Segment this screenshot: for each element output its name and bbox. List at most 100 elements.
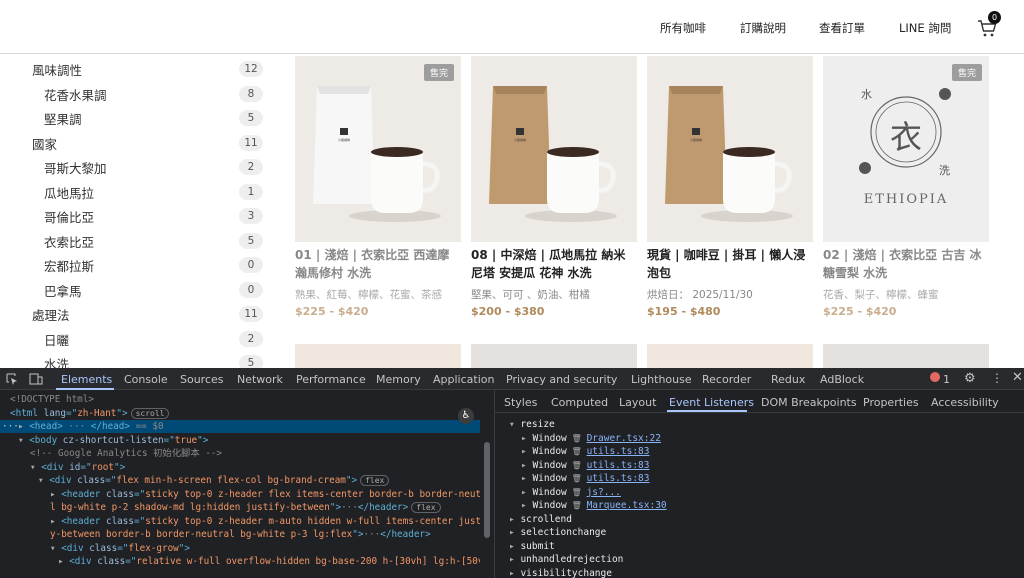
expand-arrow-icon[interactable]: ▸ xyxy=(509,568,520,578)
expand-arrow-icon[interactable]: ▾ xyxy=(38,475,49,486)
event-listener-row[interactable]: ▸ Window 🗑 js?... xyxy=(521,486,621,499)
expand-arrow-icon[interactable]: ▸ xyxy=(18,421,29,432)
side-tab-properties[interactable]: Properties xyxy=(863,396,919,409)
expand-arrow-icon[interactable]: ▸ xyxy=(521,433,532,444)
dom-node-line[interactable]: ▾ <div id="root"> xyxy=(0,461,480,474)
devtools-tab-memory[interactable]: Memory xyxy=(376,373,421,386)
product-image[interactable]: 小巷咖啡 xyxy=(471,56,637,242)
side-tab-accessibility[interactable]: Accessibility xyxy=(931,396,999,409)
elements-scrollbar[interactable] xyxy=(484,442,490,538)
sidebar-item[interactable]: 瓜地馬拉 1 xyxy=(0,183,263,203)
side-tab-event-listeners[interactable]: Event Listeners xyxy=(669,396,754,409)
sidebar-item[interactable]: 衣索比亞 5 xyxy=(0,232,263,252)
product-title[interactable]: 01 | 淺焙 | 衣索比亞 西達摩 瀚馬修村 水洗 xyxy=(295,246,461,282)
dom-node-line[interactable]: ▸ <div class="relative w-full overflow-h… xyxy=(0,555,480,568)
more-options-icon[interactable]: ⋮ xyxy=(991,371,1003,385)
dom-node-line[interactable]: ··· ▸ <head> ··· </head> == $0 xyxy=(0,420,480,433)
trash-icon[interactable]: 🗑 xyxy=(567,474,587,483)
nav-line[interactable]: LINE 詢問 xyxy=(899,20,951,36)
product-title[interactable]: 08 | 中深焙 | 瓜地馬拉 納米尼塔 安提瓜 花神 水洗 xyxy=(471,246,637,282)
event-listener-row[interactable]: ▸ submit xyxy=(509,540,555,553)
sidebar-item[interactable]: 哥斯大黎加 2 xyxy=(0,158,263,178)
sidebar-item[interactable]: 日曬 2 xyxy=(0,330,263,350)
expand-arrow-icon[interactable]: ▸ xyxy=(509,527,520,538)
event-listener-row[interactable]: ▸ Window 🗑 utils.ts:83 xyxy=(521,445,650,458)
expand-arrow-icon[interactable]: ▸ xyxy=(521,487,532,498)
dom-node-line[interactable]: y-between border-b border-neutral bg-whi… xyxy=(0,528,480,541)
sidebar-item[interactable]: 風味調性 12 xyxy=(0,60,263,80)
device-toolbar-icon[interactable] xyxy=(29,373,43,386)
product-card[interactable]: 小巷咖啡 售完 01 | 淺焙 | 衣索比亞 西達摩 瀚馬修村 水洗 熟果、紅莓、檸檬… xyxy=(295,54,461,368)
devtools-tab-elements[interactable]: Elements xyxy=(61,373,112,386)
devtools-tab-recorder[interactable]: Recorder xyxy=(702,373,751,386)
side-tab-styles[interactable]: Styles xyxy=(504,396,537,409)
sidebar-item[interactable]: 哥倫比亞 3 xyxy=(0,207,263,227)
dom-node-line[interactable]: l bg-white p-2 shadow-md lg:hidden justi… xyxy=(0,501,480,514)
side-tab-layout[interactable]: Layout xyxy=(619,396,656,409)
error-icon[interactable] xyxy=(930,372,940,382)
expand-arrow-icon[interactable]: ▾ xyxy=(30,462,41,473)
product-title[interactable]: 現貨 | 咖啡豆 | 掛耳 | 懶人浸泡包 xyxy=(647,246,813,282)
sidebar-item[interactable]: 花香水果調 8 xyxy=(0,85,263,105)
inspect-icon[interactable] xyxy=(6,373,19,386)
expand-arrow-icon[interactable]: ▾ xyxy=(18,435,29,446)
scroll-badge[interactable]: scroll xyxy=(130,407,170,419)
expand-arrow-icon[interactable]: ▸ xyxy=(509,541,520,552)
devtools-tab-network[interactable]: Network xyxy=(237,373,283,386)
close-devtools-icon[interactable]: ✕ xyxy=(1012,370,1023,385)
trash-icon[interactable]: 🗑 xyxy=(567,501,587,510)
devtools-tab-application[interactable]: Application xyxy=(433,373,494,386)
product-title[interactable]: 02 | 淺焙 | 衣索比亞 古吉 冰糖雪梨 水洗 xyxy=(823,246,989,282)
product-image[interactable]: 小巷咖啡 售完 xyxy=(295,56,461,242)
sidebar-item[interactable]: 國家 11 xyxy=(0,134,263,154)
flex-badge[interactable]: flex xyxy=(360,475,390,486)
event-listener-row[interactable]: ▸ Window 🗑 Marquee.tsx:30 xyxy=(521,499,667,512)
sidebar-item[interactable]: 巴拿馬 0 xyxy=(0,281,263,301)
expand-arrow-icon[interactable]: ▸ xyxy=(50,516,61,527)
dom-node-line[interactable]: <html lang="zh-Hant"> scroll xyxy=(0,407,480,420)
devtools-tab-privacy-and-security[interactable]: Privacy and security xyxy=(506,373,617,386)
product-image[interactable]: 衣 水洗 ETHIOPIA 售完 xyxy=(823,56,989,242)
product-card[interactable]: 衣 水洗 ETHIOPIA 售完 02 | 淺焙 | 衣索比亞 古吉 冰糖雪梨 水洗 花香… xyxy=(823,54,989,368)
expand-arrow-icon[interactable]: ▸ xyxy=(521,500,532,511)
sidebar-item[interactable]: 宏都拉斯 0 xyxy=(0,256,263,276)
expand-arrow-icon[interactable]: ▸ xyxy=(50,489,61,500)
settings-gear-icon[interactable]: ⚙ xyxy=(964,371,976,386)
expand-arrow-icon[interactable]: ▸ xyxy=(521,473,532,484)
listener-source-link[interactable]: utils.ts:83 xyxy=(587,446,650,457)
event-listener-row[interactable]: ▾ resize xyxy=(509,418,555,431)
listener-source-link[interactable]: utils.ts:83 xyxy=(587,460,650,471)
side-tab-dom-breakpoints[interactable]: DOM Breakpoints xyxy=(761,396,857,409)
event-listener-row[interactable]: ▸ visibilitychange xyxy=(509,567,612,578)
event-listener-row[interactable]: ▸ Window 🗑 utils.ts:83 xyxy=(521,459,650,472)
nav-order-guide[interactable]: 訂購說明 xyxy=(740,20,786,36)
event-listener-row[interactable]: ▸ selectionchange xyxy=(509,526,606,539)
event-listener-row[interactable]: ▸ Window 🗑 Drawer.tsx:22 xyxy=(521,432,661,445)
event-listener-row[interactable]: ▸ unhandledrejection xyxy=(509,553,623,566)
expand-arrow-icon[interactable]: ▸ xyxy=(521,446,532,457)
dom-node-line[interactable]: ▸ <header class="sticky top-0 z-header m… xyxy=(0,515,480,528)
dom-node-line[interactable]: ▾ <body cz-shortcut-listen="true"> xyxy=(0,434,480,447)
sidebar-item[interactable]: 堅果調 5 xyxy=(0,109,263,129)
listener-source-link[interactable]: utils.ts:83 xyxy=(587,473,650,484)
event-listener-row[interactable]: ▸ Window 🗑 utils.ts:83 xyxy=(521,472,650,485)
accessibility-icon[interactable]: ♿ xyxy=(458,408,474,424)
dom-node-line[interactable]: ▸ <header class="sticky top-0 z-header f… xyxy=(0,488,480,501)
dom-node-line[interactable]: ▾ <div class="flex-grow"> xyxy=(0,542,480,555)
expand-arrow-icon[interactable]: ▾ xyxy=(50,543,61,554)
devtools-tab-adblock[interactable]: AdBlock xyxy=(820,373,864,386)
devtools-tab-console[interactable]: Console xyxy=(124,373,168,386)
expand-arrow-icon[interactable]: ▾ xyxy=(509,419,520,430)
dom-node-line[interactable]: ▾ <div class="flex min-h-screen flex-col… xyxy=(0,474,480,487)
listener-source-link[interactable]: Marquee.tsx:30 xyxy=(587,500,667,511)
flex-badge[interactable]: flex xyxy=(411,502,441,513)
trash-icon[interactable]: 🗑 xyxy=(567,447,587,456)
devtools-tab-sources[interactable]: Sources xyxy=(180,373,224,386)
expand-arrow-icon[interactable]: ▸ xyxy=(58,556,69,567)
expand-arrow-icon[interactable]: ▸ xyxy=(521,460,532,471)
nav-all-coffee[interactable]: 所有咖啡 xyxy=(660,20,706,36)
listener-source-link[interactable]: js?... xyxy=(587,487,621,498)
dom-node-line[interactable]: <!DOCTYPE html> xyxy=(0,393,480,406)
expand-arrow-icon[interactable]: ▸ xyxy=(509,514,520,525)
devtools-tab-performance[interactable]: Performance xyxy=(296,373,366,386)
